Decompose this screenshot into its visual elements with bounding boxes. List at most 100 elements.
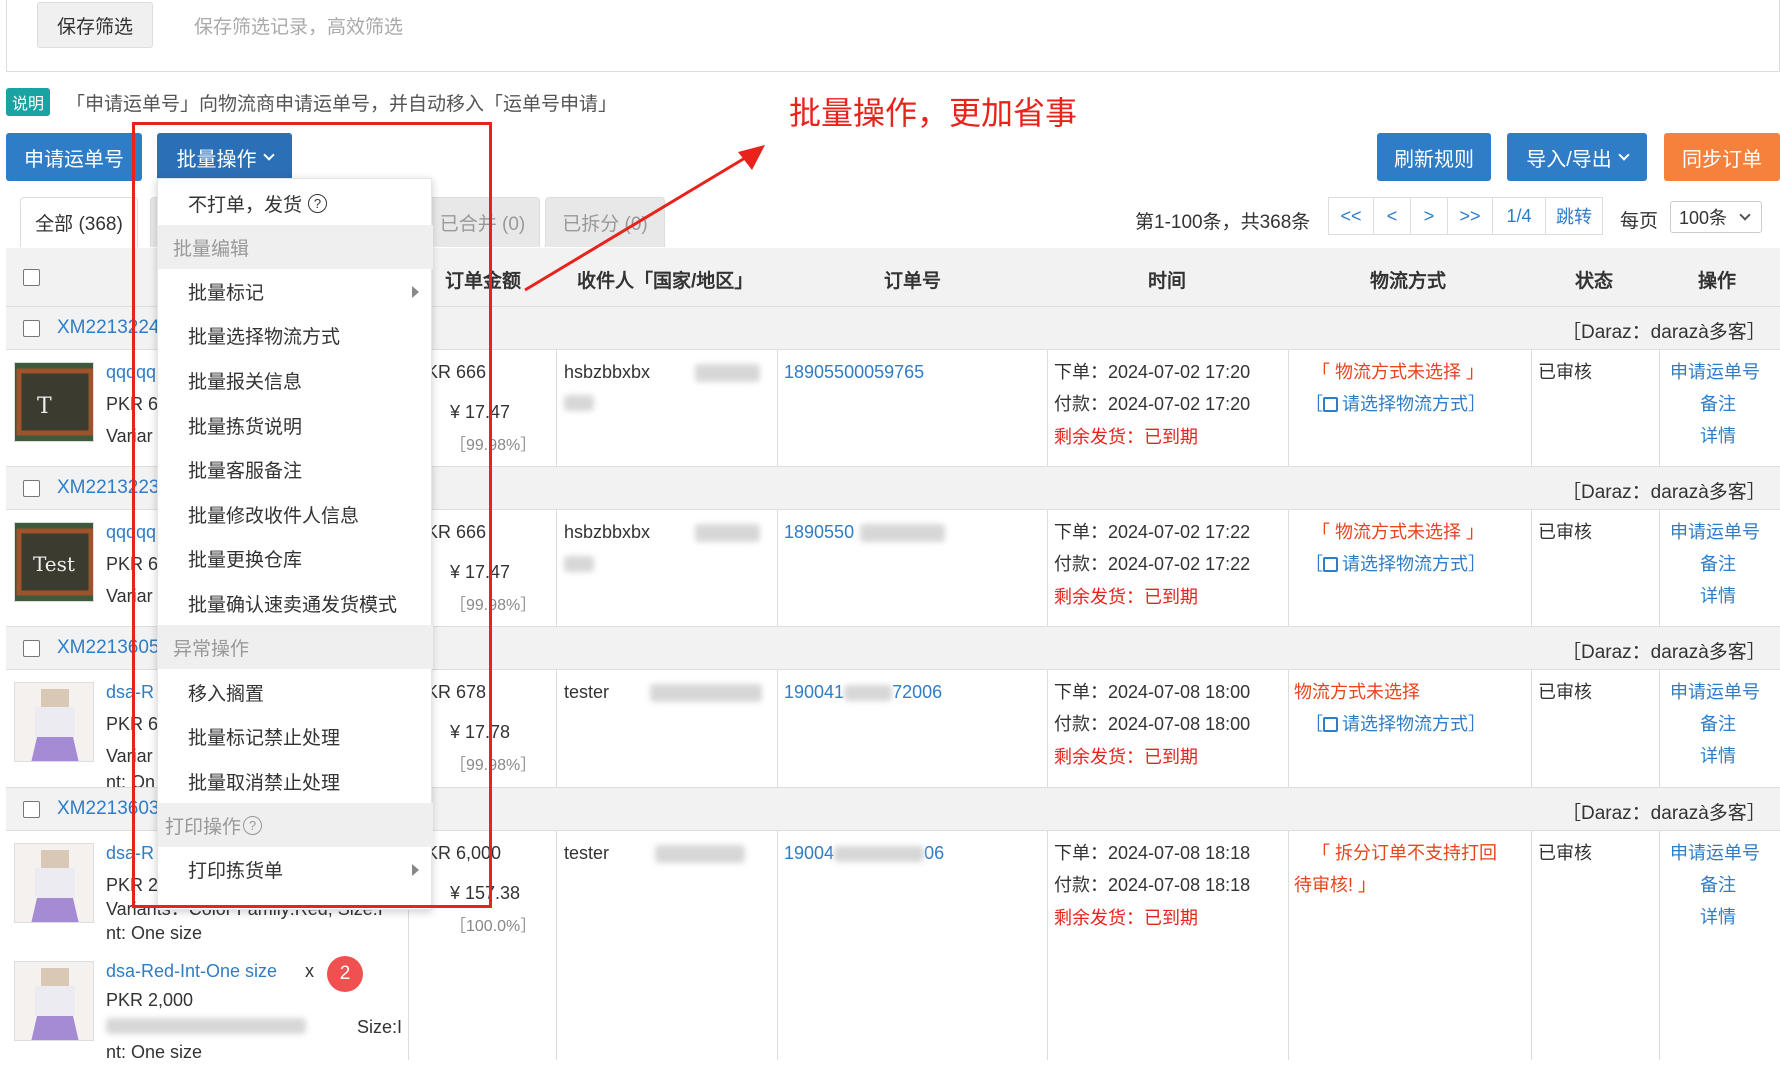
order-number-tail: 06 — [924, 843, 945, 863]
product-thumbnail[interactable] — [14, 682, 94, 762]
order-number-tail: 72006 — [892, 682, 943, 702]
product-price: PKR 2,000 — [106, 990, 194, 1010]
chevron-down-icon — [1618, 148, 1630, 161]
product-name[interactable]: dsa-Red-Int-One size — [106, 955, 277, 987]
time-payment: 付款：2024-07-02 17:22 — [1054, 554, 1251, 574]
per-page-value: 100条 — [1679, 208, 1728, 228]
note-link[interactable]: 备注 — [1700, 548, 1736, 580]
select-logistics-link[interactable]: ［ 请选择物流方式］ — [1305, 548, 1486, 580]
save-filter-hint: 保存筛选记录，高效筛选 — [194, 17, 404, 38]
info-text: 「申请运单号」向物流商申请运单号，并自动移入「运单号申请」 — [66, 94, 618, 115]
refresh-rules-button[interactable]: 刷新规则 — [1377, 133, 1491, 181]
order-checkbox[interactable] — [23, 480, 40, 497]
column-divider — [1659, 309, 1660, 1060]
header-logistics: 物流方式 — [1370, 271, 1447, 292]
order-status: 已审核 — [1538, 843, 1592, 863]
column-divider — [777, 309, 778, 1060]
order-status: 已审核 — [1538, 682, 1592, 702]
order-checkbox[interactable] — [23, 320, 40, 337]
last-page-button[interactable]: >> — [1447, 197, 1493, 235]
highlight-frame — [132, 122, 492, 908]
order-checkbox[interactable] — [23, 640, 40, 657]
apply-waybill-link[interactable]: 申请运单号 — [1670, 516, 1760, 548]
prev-page-button[interactable]: < — [1373, 197, 1411, 235]
order-number-link[interactable]: 1890550 — [784, 516, 854, 548]
refresh-rules-label: 刷新规则 — [1394, 148, 1474, 171]
time-remaining: 剩余发货：已到期 — [1054, 908, 1198, 928]
logistics-warning: 「 物流方式未选择 」 — [1312, 522, 1485, 542]
redacted-country — [695, 524, 760, 542]
dress-image — [31, 689, 79, 761]
select-logistics-link[interactable]: ［ 请选择物流方式］ — [1305, 708, 1486, 740]
svg-text:Test: Test — [33, 552, 75, 576]
svg-text:T: T — [37, 394, 52, 419]
redacted-text — [564, 395, 594, 411]
time-remaining: 剩余发货：已到期 — [1054, 427, 1198, 447]
apply-waybill-link[interactable]: 申请运单号 — [1670, 676, 1760, 708]
select-all-checkbox[interactable] — [23, 269, 40, 286]
jump-page-button[interactable]: 跳转 — [1545, 197, 1603, 235]
redacted-order-number — [860, 524, 945, 542]
page-summary: 第1-100条，共368条 — [1135, 212, 1311, 233]
select-logistics-link[interactable]: ［ 请选择物流方式］ — [1305, 388, 1486, 420]
header-time: 时间 — [1148, 271, 1187, 292]
detail-link[interactable]: 详情 — [1700, 901, 1736, 933]
order-number-head: 19004 — [784, 843, 835, 863]
note-link[interactable]: 备注 — [1700, 869, 1736, 901]
time-order: 下单：2024-07-08 18:00 — [1054, 682, 1251, 702]
apply-waybill-label: 申请运单号 — [24, 148, 124, 171]
redacted-country — [655, 845, 745, 863]
redacted-variant — [106, 1018, 306, 1034]
time-order: 下单：2024-07-08 18:18 — [1054, 843, 1251, 863]
import-export-button[interactable]: 导入/导出 — [1507, 133, 1647, 181]
next-page-button[interactable]: > — [1410, 197, 1448, 235]
redacted-order-number — [844, 685, 893, 702]
column-divider — [1047, 309, 1048, 1060]
apply-waybill-link[interactable]: 申请运单号 — [1670, 837, 1760, 869]
current-page-indicator: 1/4 — [1492, 197, 1546, 235]
note-link[interactable]: 备注 — [1700, 708, 1736, 740]
product-thumbnail[interactable] — [14, 843, 94, 923]
apply-waybill-button[interactable]: 申请运单号 — [6, 133, 142, 181]
redacted-order-number — [834, 846, 925, 863]
select-logistics-label: 请选择物流方式 — [1342, 394, 1468, 414]
sync-orders-label: 同步订单 — [1682, 148, 1762, 171]
product-variant-extra: nt: One size — [106, 923, 203, 943]
edit-icon — [1323, 717, 1338, 732]
logistics-warning: 「 物流方式未选择 」 — [1312, 362, 1485, 382]
receiver-name: hsbzbbxbx — [564, 522, 651, 542]
receiver-name: hsbzbbxbx — [564, 362, 651, 382]
detail-link[interactable]: 详情 — [1700, 420, 1736, 452]
per-page-select[interactable]: 100条 — [1670, 201, 1762, 233]
header-order-no: 订单号 — [884, 271, 942, 292]
redacted-country — [695, 364, 760, 382]
redacted-text — [564, 556, 594, 572]
chalkboard-image: Test — [16, 528, 93, 596]
product-thumbnail[interactable]: Test — [14, 522, 94, 602]
apply-waybill-link[interactable]: 申请运单号 — [1670, 356, 1760, 388]
time-payment: 付款：2024-07-08 18:18 — [1054, 875, 1251, 895]
tab-all[interactable]: 全部 (368) — [20, 197, 138, 247]
order-number-link[interactable]: 18905500059765 — [784, 356, 924, 388]
product-variant-extra: nt: One size — [106, 1042, 203, 1062]
time-payment: 付款：2024-07-08 18:00 — [1054, 714, 1251, 734]
order-number-link[interactable]: 19004 06 — [784, 837, 944, 869]
receiver-name: tester — [564, 843, 610, 863]
order-number-link[interactable]: 190041 72006 — [784, 676, 942, 708]
time-order: 下单：2024-07-02 17:20 — [1054, 362, 1251, 382]
note-link[interactable]: 备注 — [1700, 388, 1736, 420]
sync-orders-button[interactable]: 同步订单 — [1664, 133, 1780, 181]
column-divider — [556, 309, 557, 1060]
detail-link[interactable]: 详情 — [1700, 580, 1736, 612]
product-thumbnail[interactable] — [14, 961, 94, 1041]
store-label: ［Daraz：darazà多客］ — [1562, 803, 1766, 824]
first-page-button[interactable]: << — [1328, 197, 1374, 235]
order-checkbox[interactable] — [23, 801, 40, 818]
edit-icon — [1323, 397, 1338, 412]
import-export-label: 导入/导出 — [1526, 148, 1612, 171]
detail-link[interactable]: 详情 — [1700, 740, 1736, 772]
column-divider — [1288, 309, 1289, 1060]
time-remaining: 剩余发货：已到期 — [1054, 747, 1198, 767]
save-filter-button[interactable]: 保存筛选 — [37, 2, 153, 48]
product-thumbnail[interactable]: T — [14, 362, 94, 442]
